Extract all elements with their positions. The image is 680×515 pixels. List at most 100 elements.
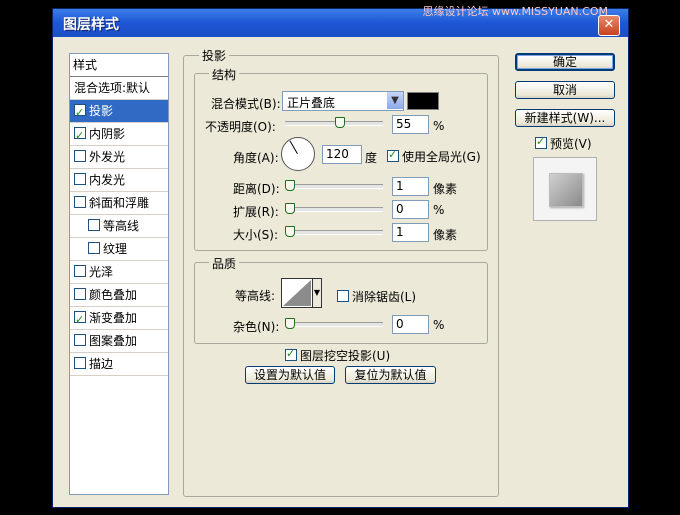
new-style-button[interactable]: 新建样式(W)... [515, 109, 615, 127]
styles-list-item[interactable]: 描边 [70, 353, 168, 376]
shadow-color-swatch[interactable] [407, 92, 439, 110]
size-slider[interactable] [285, 226, 383, 237]
angle-dial-needle [289, 140, 298, 154]
distance-label: 距离(D): [233, 182, 280, 196]
style-item-label: 渐变叠加 [89, 311, 138, 325]
spread-input[interactable]: 0 [392, 200, 429, 219]
style-checkbox[interactable] [74, 334, 86, 346]
spread-slider[interactable] [285, 203, 383, 214]
knockout-check[interactable] [285, 347, 297, 361]
distance-unit: 像素 [433, 182, 458, 196]
opacity-slider[interactable] [285, 117, 383, 128]
blend-mode-value: 正片叠底 [287, 96, 336, 110]
ok-button[interactable]: 确定 [515, 53, 615, 71]
style-item-label: 内阴影 [89, 127, 126, 141]
size-unit: 像素 [433, 228, 458, 242]
distance-input[interactable]: 1 [392, 177, 429, 196]
styles-list-item[interactable]: 图案叠加 [70, 330, 168, 353]
angle-dial[interactable] [281, 137, 315, 171]
contour-dropdown-button[interactable]: ▼ [312, 278, 322, 308]
style-checkbox[interactable] [74, 125, 86, 147]
styles-list-item[interactable]: 颜色叠加 [70, 284, 168, 307]
drop-shadow-title: 投影 [199, 47, 230, 64]
opacity-label: 不透明度(O): [205, 120, 276, 134]
antialias-checkbox[interactable]: 消除锯齿(L) [337, 288, 416, 305]
contour-picker[interactable] [281, 278, 313, 308]
style-checkbox[interactable] [74, 150, 86, 162]
angle-unit: 度 [365, 151, 378, 165]
style-checkbox[interactable] [74, 265, 86, 277]
global-light-checkbox[interactable]: 使用全局光(G) [387, 148, 481, 165]
styles-list-item[interactable]: 光泽 [70, 261, 168, 284]
antialias-check[interactable] [337, 290, 349, 302]
make-default-button[interactable]: 设置为默认值 [245, 366, 335, 384]
style-checkbox[interactable] [74, 173, 86, 185]
preview-checkbox[interactable]: 预览(V) [535, 135, 592, 152]
style-item-label: 颜色叠加 [89, 288, 138, 302]
angle-input[interactable]: 120 [322, 145, 362, 164]
style-checkbox[interactable] [88, 242, 100, 254]
styles-list: 样式 混合选项:默认投影内阴影外发光内发光斜面和浮雕等高线纹理光泽颜色叠加渐变叠… [69, 53, 169, 495]
global-light-label: 使用全局光(G) [402, 150, 481, 164]
styles-list-item[interactable]: 外发光 [70, 146, 168, 169]
style-item-label: 混合选项:默认 [74, 81, 151, 95]
style-checkbox[interactable] [74, 102, 86, 124]
spread-slider-thumb[interactable] [285, 203, 295, 214]
opacity-unit: % [433, 119, 445, 133]
blend-mode-select[interactable]: 正片叠底 ▼ [282, 91, 404, 111]
noise-slider-thumb[interactable] [285, 318, 295, 329]
preview-check[interactable] [535, 135, 547, 149]
cancel-button[interactable]: 取消 [515, 81, 615, 99]
quality-title: 品质 [209, 255, 240, 272]
spread-label: 扩展(R): [233, 205, 279, 219]
styles-list-item[interactable]: 内阴影 [70, 123, 168, 147]
distance-slider[interactable] [285, 180, 383, 191]
style-checkbox[interactable] [88, 219, 100, 231]
chevron-down-icon[interactable]: ▼ [387, 92, 403, 109]
preview-swatch [549, 173, 583, 207]
style-checkbox[interactable] [74, 288, 86, 300]
knockout-label: 图层挖空投影(U) [300, 349, 391, 363]
style-item-label: 图案叠加 [89, 334, 138, 348]
styles-list-item[interactable]: 渐变叠加 [70, 307, 168, 331]
spread-unit: % [433, 203, 445, 217]
noise-slider[interactable] [285, 318, 383, 329]
reset-default-button[interactable]: 复位为默认值 [345, 366, 436, 384]
noise-input[interactable]: 0 [392, 315, 429, 334]
size-label: 大小(S): [233, 228, 279, 242]
close-button[interactable]: ✕ [598, 15, 620, 36]
knockout-checkbox[interactable]: 图层挖空投影(U) [285, 347, 390, 364]
style-checkbox[interactable] [74, 309, 86, 331]
distance-slider-thumb[interactable] [285, 180, 295, 191]
style-item-label: 光泽 [89, 265, 114, 279]
style-item-label: 投影 [89, 104, 114, 118]
styles-list-item[interactable]: 等高线 [70, 215, 168, 238]
style-checkbox[interactable] [74, 196, 86, 208]
structure-title: 结构 [209, 66, 240, 83]
size-input[interactable]: 1 [392, 223, 429, 242]
style-preview [533, 157, 597, 221]
style-item-label: 外发光 [89, 150, 126, 164]
preview-label: 预览(V) [550, 137, 592, 151]
styles-list-item[interactable]: 混合选项:默认 [70, 77, 168, 100]
styles-list-item[interactable]: 投影 [70, 100, 168, 124]
watermark-text: 思缘设计论坛 www.MISSYUAN.COM [422, 5, 608, 18]
opacity-input[interactable]: 55 [392, 115, 429, 134]
dialog-title: 图层样式 [63, 17, 119, 33]
global-light-check[interactable] [387, 148, 399, 162]
styles-list-item[interactable]: 内发光 [70, 169, 168, 192]
style-checkbox[interactable] [74, 357, 86, 369]
opacity-slider-thumb[interactable] [335, 117, 345, 128]
antialias-label: 消除锯齿(L) [352, 290, 417, 304]
styles-header[interactable]: 样式 [70, 54, 168, 77]
style-item-label: 等高线 [103, 219, 140, 233]
contour-label: 等高线: [235, 289, 276, 303]
style-item-label: 描边 [89, 357, 114, 371]
styles-list-item[interactable]: 斜面和浮雕 [70, 192, 168, 215]
style-item-label: 纹理 [103, 242, 128, 256]
title-bar[interactable]: 图层样式 思缘设计论坛 www.MISSYUAN.COM ✕ [53, 5, 628, 37]
styles-list-item[interactable]: 纹理 [70, 238, 168, 261]
noise-unit: % [433, 318, 445, 332]
contour-linear-icon [283, 280, 311, 306]
size-slider-thumb[interactable] [285, 226, 295, 237]
